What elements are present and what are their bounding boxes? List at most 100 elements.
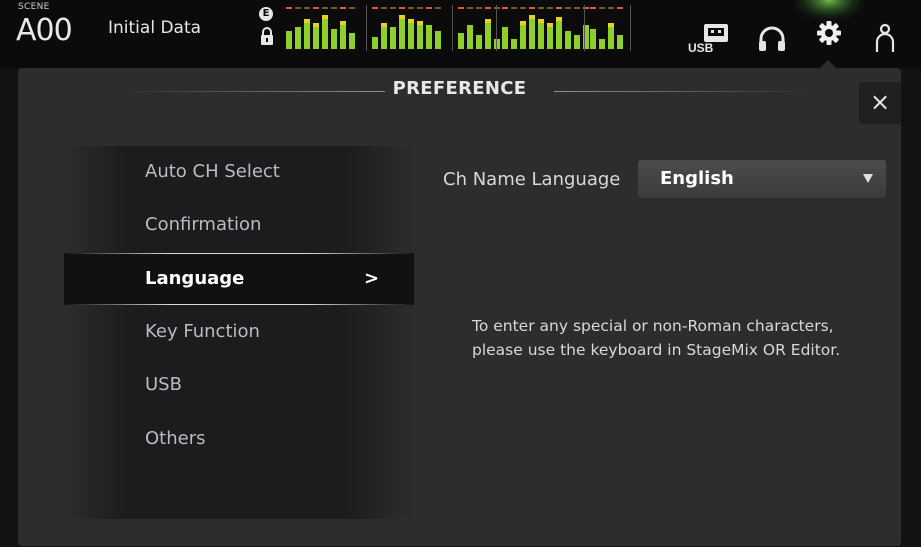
meter-divider <box>366 5 367 51</box>
menu-item-confirmation[interactable]: Confirmation <box>64 199 414 251</box>
meter-clip-led <box>295 7 301 9</box>
meter-clip-led <box>467 7 473 9</box>
preference-menu: Auto CH Select Confirmation Language > K… <box>64 146 414 519</box>
language-hint-text: To enter any special or non-Roman charac… <box>472 314 892 362</box>
meter-clip-led <box>381 7 387 9</box>
meter-bar <box>556 17 562 49</box>
meter-clip-led <box>417 7 423 9</box>
lock-icon <box>261 27 273 45</box>
meter-clip-led <box>304 7 310 9</box>
scene-number[interactable]: A00 <box>16 14 73 48</box>
meter-peak <box>313 23 319 27</box>
ch-name-language-label: Ch Name Language <box>443 169 621 190</box>
meter-peak <box>340 21 346 25</box>
meter-bar <box>340 21 346 49</box>
meter-peak <box>520 21 526 25</box>
meter-clip-led <box>520 7 526 9</box>
meter-divider <box>630 5 631 51</box>
meter-peak <box>408 19 414 23</box>
meter-clip-led <box>435 7 441 9</box>
meter-peak <box>608 23 614 27</box>
meter-bar <box>565 31 571 49</box>
meter-clip-led <box>485 7 491 9</box>
meter-peak <box>322 15 328 19</box>
e-badge-icon: E <box>259 7 273 21</box>
meter-bar <box>599 39 605 49</box>
meter-bar <box>372 37 378 49</box>
meter-bar <box>399 15 405 49</box>
meter-bar <box>529 15 535 49</box>
user-icon[interactable] <box>874 23 896 53</box>
meter-divider <box>496 5 497 51</box>
headphones-icon[interactable] <box>757 24 787 54</box>
meter-bar <box>538 19 544 49</box>
menu-item-label: Others <box>145 428 206 449</box>
meter-bar <box>590 29 596 49</box>
meter-bar <box>435 31 441 49</box>
meter-bar <box>295 27 301 49</box>
meter-bar <box>408 19 414 49</box>
meter-bar <box>322 15 328 49</box>
meter-bar <box>417 21 423 49</box>
meter-clip-led <box>390 7 396 9</box>
hint-line-2: please use the keyboard in StageMix OR E… <box>472 341 841 359</box>
meter-clip-led <box>556 7 562 9</box>
scene-title[interactable]: Initial Data <box>108 18 201 38</box>
meter-bar <box>426 25 432 49</box>
meter-clip-led <box>511 7 517 9</box>
meter-clip-led <box>617 7 623 9</box>
gear-icon[interactable] <box>794 0 864 68</box>
meter-clip-led <box>313 7 319 9</box>
meter-clip-led <box>538 7 544 9</box>
scene-label: SCENE <box>18 2 50 12</box>
meter-bar <box>476 35 482 49</box>
menu-item-usb[interactable]: USB <box>64 359 414 411</box>
meter-clip-led <box>322 7 328 9</box>
meter-peak <box>547 23 553 27</box>
top-bar: SCENE A00 Initial Data E USB <box>0 0 921 68</box>
meter-bar <box>520 21 526 49</box>
meter-divider <box>584 5 585 51</box>
menu-item-language[interactable]: Language > <box>64 253 414 305</box>
meter-clip-led <box>565 7 571 9</box>
menu-item-label: USB <box>145 374 182 395</box>
menu-item-label: Confirmation <box>145 214 262 235</box>
ch-name-language-select[interactable]: English <box>638 160 886 198</box>
meter-bar <box>617 35 623 49</box>
meter-peak <box>556 17 562 21</box>
meter-peak <box>304 19 310 23</box>
menu-item-label: Key Function <box>145 321 260 342</box>
menu-item-key-function[interactable]: Key Function <box>64 306 414 358</box>
meter-clip-led <box>599 7 605 9</box>
meter-peak <box>417 21 423 25</box>
meter-bar <box>349 33 355 49</box>
meter-peak <box>529 15 535 19</box>
meter-peak <box>485 19 491 23</box>
menu-item-auto-ch-select[interactable]: Auto CH Select <box>64 146 414 198</box>
meter-peak <box>381 23 387 27</box>
usb-icon[interactable]: USB <box>688 22 730 54</box>
meter-divider <box>452 5 453 51</box>
meter-bar <box>583 25 589 49</box>
menu-item-label: Auto CH Select <box>145 161 280 182</box>
meter-clip-led <box>476 7 482 9</box>
ch-name-language-value: English <box>660 168 734 189</box>
meter-clip-led <box>399 7 405 9</box>
meter-bar <box>574 35 580 49</box>
meter-clip-led <box>547 7 553 9</box>
panel-title: PREFERENCE <box>392 78 527 99</box>
meter-bar <box>390 27 396 49</box>
menu-item-label: Language <box>145 268 245 289</box>
close-button[interactable]: × <box>859 82 901 124</box>
menu-item-others[interactable]: Others <box>64 413 414 465</box>
preference-panel: PREFERENCE × Auto CH Select Confirmation… <box>18 68 901 546</box>
meter-clip-led <box>502 7 508 9</box>
meter-clip-led <box>349 7 355 9</box>
meter-clip-led <box>408 7 414 9</box>
meter-bar <box>485 19 491 49</box>
meter-bar <box>331 29 337 49</box>
meter-clip-led <box>574 7 580 9</box>
level-meters[interactable] <box>284 5 634 51</box>
meter-bar <box>502 27 508 49</box>
meter-bar <box>304 19 310 49</box>
